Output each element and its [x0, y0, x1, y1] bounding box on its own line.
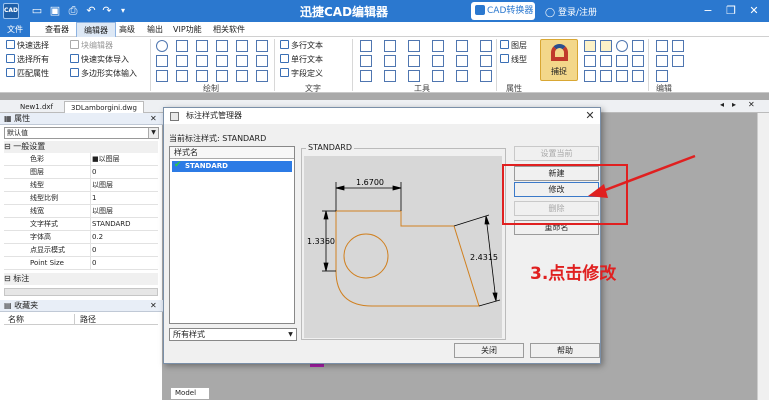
step-annotation: 3.点击修改: [530, 264, 617, 284]
annotation-arrow: [588, 154, 696, 198]
